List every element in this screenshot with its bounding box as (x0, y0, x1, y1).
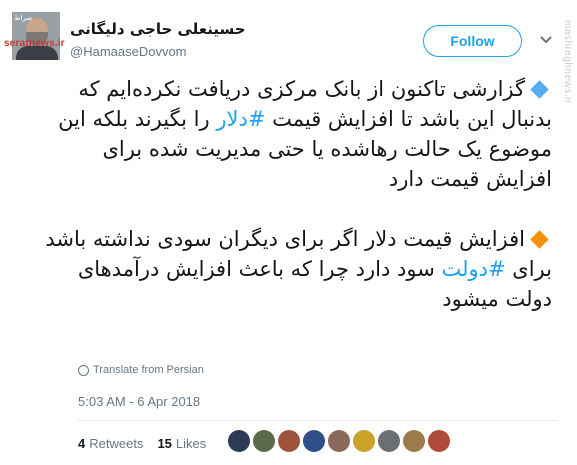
liker-avatar-icon[interactable] (328, 430, 350, 452)
tweet-paragraph-1: گزارشی تاکنون از بانک مرکزی دریافت نکرده… (40, 74, 552, 194)
author-avatar[interactable]: صراط (12, 12, 60, 60)
liker-avatar-icon[interactable] (378, 430, 400, 452)
retweets-stat[interactable]: 4 Retweets (78, 436, 143, 451)
source-watermark: seratnews.ir (4, 38, 65, 49)
likes-stat[interactable]: 15 Likes (157, 436, 206, 451)
hashtag-link[interactable]: #دلار (216, 107, 265, 131)
chevron-down-icon[interactable] (538, 33, 554, 47)
orange-diamond-icon (530, 229, 549, 249)
follow-button[interactable]: Follow (423, 25, 522, 57)
author-handle[interactable]: @HamaaseDovvom (70, 44, 187, 59)
liker-avatar-icon[interactable] (403, 430, 425, 452)
side-watermark: mashreghnews.ir (562, 20, 573, 104)
globe-icon (78, 364, 89, 376)
liker-avatar-icon[interactable] (353, 430, 375, 452)
liker-avatar-icon[interactable] (253, 430, 275, 452)
avatar-watermark-tag: صراط (14, 14, 33, 22)
tweet-paragraph-2: افزایش قیمت دلار اگر برای دیگران سودی ند… (40, 224, 552, 314)
translate-label: Translate from Persian (93, 364, 204, 376)
author-display-name[interactable]: حسینعلی حاجی دلیگانی (70, 20, 246, 38)
divider (78, 420, 558, 421)
hashtag-link[interactable]: #دولت (442, 257, 506, 281)
translate-link[interactable]: Translate from Persian (78, 364, 204, 376)
likes-label: Likes (175, 436, 207, 451)
retweets-count: 4 (78, 436, 86, 451)
liker-avatar-icon[interactable] (228, 430, 250, 452)
retweets-label: Retweets (89, 436, 144, 451)
tweet-timestamp[interactable]: 5:03 AM - 6 Apr 2018 (78, 394, 200, 409)
tweet-text: گزارشی تاکنون از بانک مرکزی دریافت نکرده… (40, 74, 552, 344)
liker-avatar-icon[interactable] (303, 430, 325, 452)
liker-avatars (228, 430, 450, 452)
likes-count: 15 (157, 436, 172, 451)
blue-diamond-icon (530, 79, 549, 99)
tweet-stats: 4 Retweets 15 Likes (78, 436, 206, 451)
liker-avatar-icon[interactable] (428, 430, 450, 452)
liker-avatar-icon[interactable] (278, 430, 300, 452)
